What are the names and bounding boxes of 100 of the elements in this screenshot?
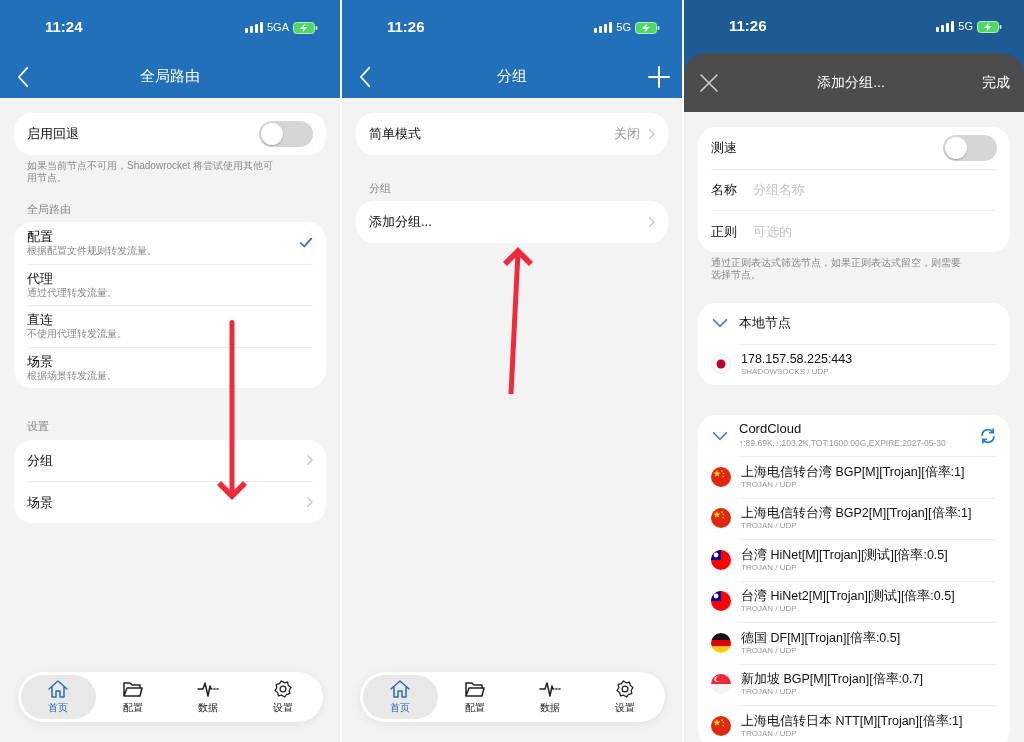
node-protocol: TROJAN / UDP bbox=[741, 562, 798, 573]
node-protocol: TROJAN / UDP bbox=[741, 687, 798, 698]
settings-row[interactable]: 分组 bbox=[27, 439, 313, 481]
node-row[interactable]: 上海电信转台湾 BGP2[M][Trojan][倍率:1] TROJAN / UDP bbox=[711, 497, 997, 539]
chevron-right-icon bbox=[648, 215, 655, 228]
node-row[interactable]: 台湾 HiNet[M][Trojan][测试][倍率:0.5] TROJAN / UDP bbox=[711, 539, 997, 581]
node-protocol: TROJAN / UDP bbox=[741, 604, 798, 615]
node-protocol: SHADOWSOCKS / UDP bbox=[741, 367, 830, 378]
refresh-icon[interactable] bbox=[979, 426, 997, 445]
network-type: 5G bbox=[958, 19, 973, 35]
option-description: 根据场景转发流量。 bbox=[27, 369, 118, 381]
settings-row[interactable]: 简单模式 关闭 bbox=[369, 113, 655, 155]
node-name: 德国 DF[M][Trojan][倍率:0.5] bbox=[741, 630, 902, 646]
section-label: 设置 bbox=[27, 419, 50, 434]
status-time: 11:26 bbox=[387, 17, 425, 38]
node-row[interactable]: 台湾 HiNet2[M][Trojan][测试][倍率:0.5] TROJAN / UDP bbox=[711, 580, 997, 622]
battery-icon bbox=[635, 21, 660, 34]
input-field[interactable]: 分组名称 bbox=[751, 179, 997, 201]
tab-bar-item[interactable]: 设置 bbox=[587, 675, 662, 719]
node-name: 178.157.58.225:443 bbox=[741, 352, 854, 368]
chevron-right-icon bbox=[306, 496, 313, 509]
node-row[interactable]: 上海电信转日本 NTT[M][Trojan][倍率:1] TROJAN / UDP bbox=[711, 705, 997, 742]
folder-icon bbox=[464, 679, 487, 699]
flag-icon bbox=[711, 466, 731, 487]
node-row[interactable]: 新加坡 BGP[M][Trojan][倍率:0.7] TROJAN / UDP bbox=[711, 663, 997, 705]
back-icon[interactable] bbox=[16, 65, 30, 88]
tab-bar-item[interactable]: 配置 bbox=[437, 675, 513, 719]
back-icon[interactable] bbox=[358, 65, 372, 88]
plus-icon[interactable] bbox=[648, 65, 670, 88]
node-name: 新加坡 BGP[M][Trojan][倍率:0.7] bbox=[741, 672, 924, 688]
node-row[interactable]: 上海电信转台湾 BGP[M][Trojan][倍率:1] TROJAN / UDP bbox=[711, 456, 997, 498]
node-name: 上海电信转日本 NTT[M][Trojan][倍率:1] bbox=[741, 713, 964, 729]
status-time: 11:24 bbox=[45, 17, 83, 38]
node-name: 台湾 HiNet2[M][Trojan][测试][倍率:0.5] bbox=[741, 589, 956, 605]
flag-icon bbox=[711, 632, 731, 653]
node-name: 台湾 HiNet[M][Trojan][测试][倍率:0.5] bbox=[741, 547, 949, 563]
option-title: 代理 bbox=[27, 271, 54, 287]
folder-icon bbox=[122, 679, 145, 699]
chevron-down-icon[interactable] bbox=[711, 317, 729, 329]
done-button[interactable]: 完成 bbox=[982, 72, 1010, 93]
routing-option[interactable]: 配置 根据配置文件规则转发流量。 bbox=[27, 222, 313, 264]
settings-icon bbox=[613, 679, 636, 699]
chevron-right-icon bbox=[648, 127, 655, 140]
field-label: 正则 bbox=[711, 222, 738, 241]
screen-title: 全局路由 bbox=[139, 66, 201, 87]
pulse-icon bbox=[538, 679, 561, 699]
section-label: 全局路由 bbox=[27, 201, 72, 217]
node-name: 上海电信转台湾 BGP2[M][Trojan][倍率:1] bbox=[741, 506, 973, 522]
node-protocol: TROJAN / UDP bbox=[741, 479, 798, 490]
signal-icon bbox=[245, 22, 263, 33]
node-protocol: TROJAN / UDP bbox=[741, 728, 798, 739]
chevron-down-icon[interactable] bbox=[711, 429, 729, 442]
pulse-icon bbox=[196, 679, 219, 699]
signal-icon bbox=[594, 22, 613, 33]
close-icon[interactable] bbox=[698, 71, 720, 94]
row-label: 添加分组... bbox=[369, 213, 433, 231]
battery-icon bbox=[293, 21, 318, 34]
toggle-switch[interactable] bbox=[943, 134, 997, 161]
screen-title: 分组 bbox=[496, 66, 528, 87]
tab-bar-item[interactable]: 配置 bbox=[95, 675, 171, 719]
tab-bar-item[interactable]: 设置 bbox=[245, 675, 320, 719]
row-label: 分组 bbox=[27, 451, 54, 470]
section-title: 本地节点 bbox=[739, 315, 792, 331]
tab-bar-item[interactable]: 数据 bbox=[512, 675, 588, 719]
home-icon bbox=[389, 679, 412, 699]
status-time: 11:26 bbox=[729, 16, 767, 37]
toggle-switch[interactable] bbox=[259, 120, 313, 147]
routing-option[interactable]: 代理 通过代理转发流量。 bbox=[27, 263, 313, 305]
check-icon bbox=[299, 235, 313, 250]
field-label: 测速 bbox=[711, 139, 737, 157]
settings-row[interactable]: 添加分组... bbox=[369, 201, 655, 243]
help-text: 通过正则表达式筛选节点，如果正则表达式留空，则需要选择节点。 bbox=[711, 256, 962, 282]
chevron-right-icon bbox=[306, 454, 313, 467]
signal-icon bbox=[936, 21, 955, 32]
node-name: 上海电信转台湾 BGP[M][Trojan][倍率:1] bbox=[741, 464, 966, 480]
help-text: 如果当前节点不可用，Shadowrocket 将尝试使用其他可用节点。 bbox=[27, 159, 275, 185]
flag-icon bbox=[711, 674, 731, 695]
field-label: 名称 bbox=[711, 181, 738, 199]
option-title: 配置 bbox=[27, 229, 54, 245]
section-label: 分组 bbox=[369, 180, 392, 196]
flag-icon bbox=[711, 354, 731, 375]
setting-label: 启用回退 bbox=[27, 125, 79, 143]
tab-bar-item[interactable]: 首页 bbox=[21, 675, 96, 719]
network-type: 5GA bbox=[267, 20, 289, 36]
flag-icon bbox=[711, 508, 731, 529]
option-title: 场景 bbox=[27, 354, 54, 370]
battery-icon bbox=[977, 20, 1002, 33]
node-row[interactable]: 178.157.58.225:443 SHADOWSOCKS / UDP bbox=[711, 343, 997, 385]
settings-icon bbox=[271, 679, 294, 699]
sheet-title: 添加分组... bbox=[816, 73, 886, 92]
node-row[interactable]: 德国 DF[M][Trojan][倍率:0.5] TROJAN / UDP bbox=[711, 622, 997, 664]
section-title: CordCloud bbox=[739, 421, 803, 437]
node-protocol: TROJAN / UDP bbox=[741, 645, 798, 656]
row-label: 场景 bbox=[27, 493, 54, 512]
option-description: 通过代理转发流量。 bbox=[27, 286, 118, 298]
tab-bar-item[interactable]: 数据 bbox=[170, 675, 246, 719]
flag-icon bbox=[711, 591, 731, 612]
flag-icon bbox=[711, 715, 731, 736]
row-label: 简单模式 bbox=[369, 125, 422, 143]
tab-bar-item[interactable]: 首页 bbox=[363, 675, 438, 719]
